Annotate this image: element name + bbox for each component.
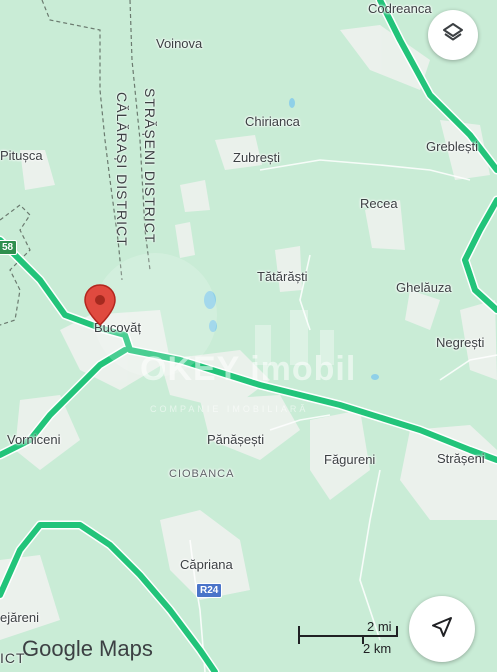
map-base-layer: [0, 0, 497, 672]
place-voinova[interactable]: Voinova: [156, 36, 202, 51]
road-badge-m58: 58: [0, 240, 18, 255]
scale-km: 2 km: [363, 641, 392, 656]
layers-button[interactable]: [428, 10, 478, 60]
place-fagureni[interactable]: Făgureni: [324, 452, 375, 467]
navigate-button[interactable]: [409, 596, 475, 662]
place-capriana[interactable]: Căpriana: [180, 557, 233, 572]
navigation-arrow-icon: [430, 615, 454, 644]
location-pin-icon[interactable]: [83, 283, 117, 327]
place-straseni[interactable]: Strășeni: [437, 451, 485, 466]
google-maps-logo: Google Maps: [22, 636, 153, 661]
scale-miles: 2 mi: [367, 619, 392, 634]
place-ghelauza[interactable]: Ghelăuza: [396, 280, 452, 295]
place-lejareni[interactable]: ejăreni: [0, 610, 39, 625]
watermark-tagline: COMPANIE IMOBILIARĂ: [150, 404, 309, 414]
place-zubresti[interactable]: Zubrești: [233, 150, 280, 165]
place-codreanca[interactable]: Codreanca: [368, 1, 432, 16]
place-chirianca[interactable]: Chirianca: [245, 114, 300, 129]
layers-icon: [441, 21, 465, 50]
watermark-brand: OKEY imobil: [140, 350, 357, 388]
map-canvas[interactable]: OKEY imobil COMPANIE IMOBILIARĂ Codreanc…: [0, 0, 497, 672]
place-greblesti[interactable]: Greblești: [426, 139, 478, 154]
place-recea[interactable]: Recea: [360, 196, 398, 211]
place-vorniceni[interactable]: Vorniceni: [7, 432, 60, 447]
district-calarasi-label: CĂLĂRAȘI DISTRICT: [114, 92, 130, 247]
district-straseni-label: STRĂȘENI DISTRICT: [142, 88, 158, 244]
road-badge-r24: R24: [196, 583, 223, 598]
place-tatarasti[interactable]: Tătărăști: [257, 269, 308, 284]
place-negresti[interactable]: Negrești: [436, 335, 484, 350]
place-pitusca[interactable]: Pitușca: [0, 148, 43, 163]
place-panasesti[interactable]: Pănășești: [207, 432, 264, 447]
place-ciobanca[interactable]: CIOBANCA: [169, 468, 234, 480]
